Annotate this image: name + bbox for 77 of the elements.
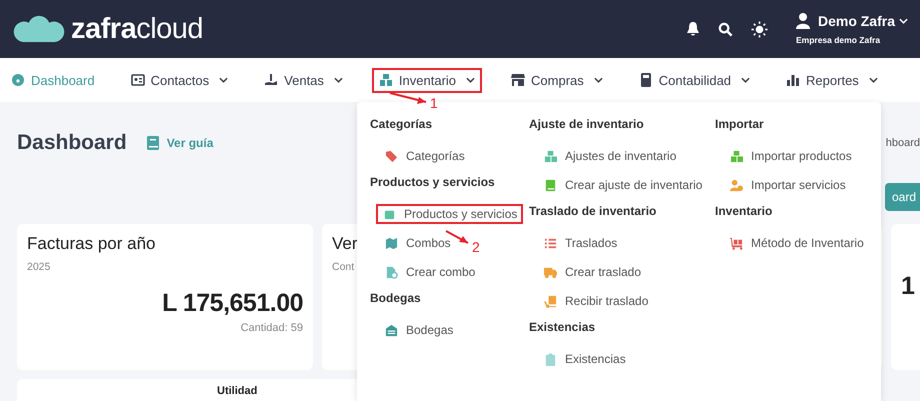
caret-icon [868,77,878,83]
user-gear-icon [730,178,743,192]
tag-icon [385,150,398,162]
dashboard-icon [11,73,25,87]
cart-icon [730,236,743,250]
menu-item[interactable]: Existencias [537,349,632,369]
card-title: Utilidad [217,385,258,399]
boxes-icon [730,150,743,162]
card-title: Facturas por año [27,234,156,254]
menu-item[interactable]: Crear traslado [537,262,648,282]
menu-item[interactable]: Ajustes de inventario [537,146,682,166]
card-amount: 1 [901,272,914,301]
annotation-arrow [389,92,427,104]
user-icon [796,13,810,29]
annotation-number: 1 [430,96,438,110]
nav-item[interactable]: Compras [504,68,610,92]
menu-heading: Bodegas [370,291,422,307]
menu-heading: Productos y servicios [370,175,496,191]
cloud-logo-icon [11,15,67,43]
card-subtitle: Cont [332,261,354,273]
menu-heading: Inventario [715,204,774,220]
caret-icon [594,77,603,83]
caret-icon [334,77,343,83]
sun-icon[interactable] [750,20,768,38]
menu-item[interactable]: Traslados [537,233,624,253]
menu-item[interactable]: Método de Inventario [723,233,870,253]
search-icon[interactable] [718,22,733,36]
store-icon [511,73,526,87]
company-name: Empresa demo Zafra [796,35,880,45]
file-icon [385,266,398,278]
menu-item[interactable]: Recibir traslado [537,291,654,311]
nav-item[interactable]: Ventas [257,68,350,92]
map-icon [385,236,398,250]
truck-icon [544,266,557,278]
menu-heading: Importar [715,117,765,133]
dolly-icon [544,294,557,308]
contacts-icon [130,73,145,87]
caret-icon [741,77,750,83]
card-amount: L 175,651.00 [162,289,303,318]
caret-icon [899,18,908,24]
menu-heading: Traslado de inventario [529,204,658,220]
bell-icon[interactable] [686,21,700,37]
warehouse-icon [385,324,398,336]
menu-item[interactable]: Categorías [378,146,471,166]
sales-icon [264,73,278,87]
inventory-icon [378,73,393,87]
boxes-icon [544,150,557,162]
menu-heading: Existencias [529,320,596,336]
card-count: Cantidad: 59 [240,322,303,334]
logo-text: zafracloud [71,12,204,46]
calculator-icon [638,73,653,87]
menu-item[interactable]: Crear ajuste de inventario [537,175,708,195]
card-subtitle: 2025 [27,261,50,273]
nav-item[interactable]: Reportes [779,68,885,92]
list-icon [544,236,557,250]
menu-item[interactable]: Crear combo [378,262,482,282]
menu-item[interactable]: Combos [378,233,457,253]
menu-item[interactable]: Importar productos [723,146,858,166]
menu-item[interactable]: Importar servicios [723,175,852,195]
nav-item[interactable]: Contactos [124,68,236,92]
clipboard-icon [544,352,557,366]
card-title: Ver [332,234,358,254]
user-menu[interactable]: Demo Zafra [818,13,908,29]
chart-icon [786,73,800,87]
nav-item[interactable]: Contabilidad [632,68,758,92]
book-icon [146,136,159,150]
book-icon [544,178,557,192]
menu-heading: Categorías [370,117,434,133]
nav-item[interactable]: Inventario [372,68,482,92]
menu-item[interactable]: Productos y servicios [376,204,524,224]
caret-icon [466,77,476,83]
menu-item[interactable]: Bodegas [378,320,460,340]
menu-heading: Ajuste de inventario [529,117,645,133]
caret-icon [219,77,228,83]
breadcrumb[interactable]: hboard [886,137,920,149]
page-title: Dashboard [17,131,127,155]
annotation-number: 2 [472,240,480,254]
